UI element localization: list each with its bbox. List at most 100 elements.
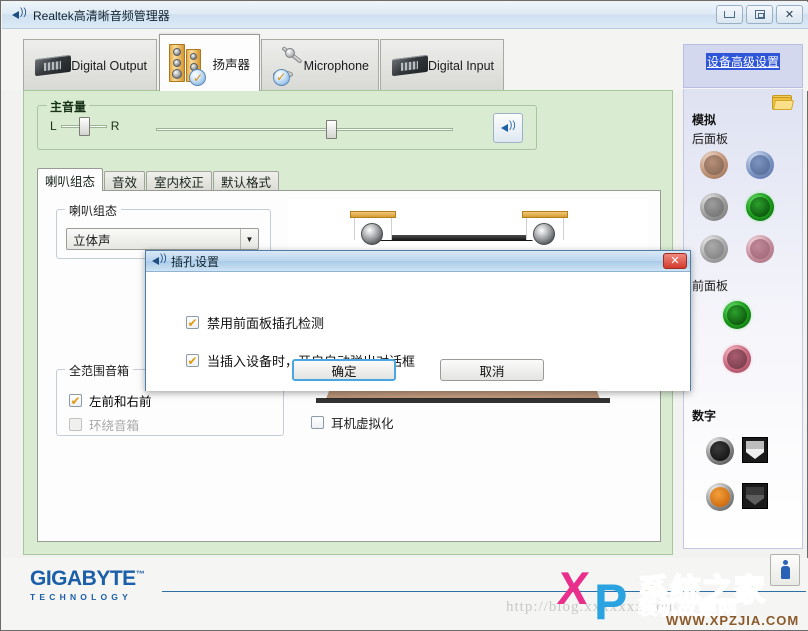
gigabyte-logo: GIGABYTE™ TECHNOLOGY (30, 567, 145, 602)
minimize-button[interactable] (716, 5, 743, 24)
master-volume-group: 主音量 L R (37, 98, 537, 150)
spdif-coaxial-port-icon[interactable] (742, 483, 768, 509)
checkbox-label: 环绕音箱 (89, 419, 140, 433)
tab-digital-input[interactable]: Digital Input (380, 39, 504, 91)
mute-button[interactable] (493, 113, 523, 143)
window-titlebar: Realtek高清晰音频管理器 ✕ (2, 2, 808, 29)
jack-pink[interactable] (746, 235, 774, 263)
window-controls: ✕ (716, 5, 803, 24)
dialog-cancel-button[interactable]: 取消 (440, 359, 544, 381)
dialog-ok-button[interactable]: 确定 (292, 359, 396, 381)
watermark-url: http://blog.xxxxxxx.com (506, 599, 678, 615)
jack-spdif-coaxial[interactable] (706, 483, 734, 511)
tab-label: Digital Output (71, 58, 147, 73)
dialog-ok-label: 确定 (331, 364, 357, 379)
folder-icon[interactable] (772, 95, 795, 111)
right-channel-label: R (110, 119, 120, 133)
jack-orange[interactable] (700, 151, 728, 179)
dialog-titlebar: 插孔设置 ✕ (146, 251, 690, 272)
balance-control: L R (50, 116, 120, 136)
subtab-label: 音效 (112, 176, 138, 190)
user-info-icon (780, 560, 790, 580)
jack-grey-left[interactable] (700, 193, 728, 221)
full-range-group-label: 全范围音箱 (65, 362, 134, 379)
minimize-icon (724, 11, 735, 18)
tab-digital-output[interactable]: Digital Output (23, 39, 157, 91)
volume-slider-thumb[interactable] (326, 120, 337, 139)
brand-name: GIGABYTE (30, 567, 136, 590)
rear-panel-label: 后面板 (692, 132, 729, 146)
settings-subtabs: 喇叭组态 音效 室内校正 默认格式 (37, 168, 280, 191)
subtab-label: 室内校正 (154, 176, 205, 190)
tab-microphone[interactable]: ✓ Microphone (261, 39, 379, 91)
checkbox-disable-front-panel-detection[interactable]: ✔ 禁用前面板插孔检测 (186, 313, 324, 332)
check-badge-icon: ✓ (189, 69, 207, 86)
dialog-title: 插孔设置 (171, 254, 220, 269)
jack-grey-left2[interactable] (700, 235, 728, 263)
sidebar-header: 设备高级设置 (683, 44, 803, 88)
checkbox-label: 左前和右前 (89, 395, 152, 409)
checkbox-icon (69, 418, 82, 431)
checkbox-icon[interactable] (311, 416, 324, 429)
speaker-config-dropdown[interactable]: 立体声 ▼ (66, 228, 259, 250)
desk-bar (374, 235, 534, 241)
checkbox-icon[interactable]: ✔ (186, 316, 199, 329)
tab-speakers[interactable]: ✓ 扬声器 (159, 34, 260, 91)
checkbox-label: 禁用前面板插孔检测 (207, 316, 325, 331)
footer-divider (162, 591, 806, 592)
close-button[interactable]: ✕ (776, 5, 803, 24)
realtek-audio-manager-window: Realtek高清晰音频管理器 ✕ Digital Output ✓ 扬声器 (0, 0, 808, 631)
jack-settings-dialog: 插孔设置 ✕ ✔ 禁用前面板插孔检测 ✔ 当插入设备时，开启自动弹出对话框 确定… (145, 250, 691, 391)
speaker-icon (10, 7, 28, 23)
subtab-default-format[interactable]: 默认格式 (213, 171, 280, 191)
speaker-volume-icon (501, 120, 516, 134)
checkbox-icon[interactable]: ✔ (186, 354, 199, 367)
balance-slider[interactable] (60, 116, 107, 136)
speaker-pair-icon: ✓ (169, 42, 207, 86)
info-button[interactable] (770, 554, 800, 586)
dialog-close-button[interactable]: ✕ (663, 253, 687, 269)
tab-label: Digital Input (427, 58, 494, 73)
subtab-room-correction[interactable]: 室内校正 (146, 171, 213, 191)
left-channel-label: L (50, 119, 57, 133)
maximize-button[interactable] (746, 5, 773, 24)
speaker-config-group-label: 喇叭组态 (65, 202, 122, 219)
maximize-icon (754, 10, 765, 19)
checkbox-headphone-virtualization[interactable]: 耳机虚拟化 (311, 413, 394, 432)
dialog-body: ✔ 禁用前面板插孔检测 ✔ 当插入设备时，开启自动弹出对话框 确定 取消 (146, 272, 690, 391)
advanced-device-settings-link[interactable]: 设备高级设置 (705, 53, 780, 70)
checkbox-surround-speakers: 环绕音箱 (69, 415, 139, 434)
jack-front-pink[interactable] (720, 342, 754, 376)
balance-slider-thumb[interactable] (78, 116, 90, 136)
subtab-speaker-config[interactable]: 喇叭组态 (37, 168, 104, 191)
digital-device-icon (390, 54, 428, 78)
chevron-down-icon[interactable]: ▼ (240, 229, 258, 249)
jack-blue[interactable] (746, 151, 774, 179)
close-icon: ✕ (670, 254, 680, 267)
brand-subtitle: TECHNOLOGY (30, 592, 132, 602)
checkbox-front-left-right[interactable]: ✔ 左前和右前 (69, 391, 152, 410)
checkbox-icon[interactable]: ✔ (69, 394, 82, 407)
master-volume-label: 主音量 (47, 98, 90, 115)
dialog-cancel-label: 取消 (479, 364, 505, 379)
jack-spdif-optical[interactable] (706, 437, 734, 465)
check-badge-icon: ✓ (272, 68, 290, 86)
digital-device-icon (33, 54, 71, 78)
analog-section-title: 模拟 (692, 113, 717, 127)
footer-bar: GIGABYTE™ TECHNOLOGY (2, 554, 808, 630)
front-panel-label: 前面板 (692, 279, 729, 293)
checkbox-label: 耳机虚拟化 (331, 417, 394, 431)
window-title: Realtek高清晰音频管理器 (33, 8, 170, 23)
jack-front-green[interactable] (720, 298, 754, 332)
volume-slider[interactable] (156, 120, 453, 139)
illustration-speaker-right (522, 211, 568, 245)
speaker-config-selected: 立体声 (73, 233, 111, 248)
close-icon: ✕ (784, 9, 795, 21)
subtab-sound-effect[interactable]: 音效 (104, 171, 146, 191)
tab-label: 扬声器 (212, 57, 250, 72)
spdif-optical-port-icon[interactable] (742, 437, 768, 463)
microphone-icon: ✓ (271, 45, 303, 86)
jack-green[interactable] (743, 190, 777, 224)
subtab-label: 喇叭组态 (45, 174, 96, 189)
trademark-symbol: ™ (135, 569, 145, 579)
